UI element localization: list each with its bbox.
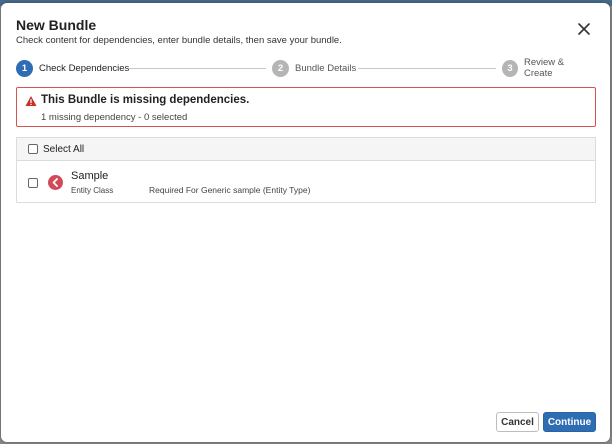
step-review-create[interactable]: 3 Review & Create <box>502 57 591 79</box>
item-checkbox[interactable] <box>28 178 38 188</box>
dependency-list: Select All Sample Entity Class Required … <box>16 137 596 203</box>
cancel-button[interactable]: Cancel <box>496 412 539 432</box>
warning-icon <box>25 96 37 106</box>
step-label: Check Dependencies <box>39 62 130 74</box>
entity-class-icon <box>48 175 63 190</box>
step-number: 3 <box>502 59 518 77</box>
close-icon <box>578 23 590 35</box>
step-label: Bundle Details <box>295 62 357 74</box>
list-header: Select All <box>17 138 595 161</box>
close-button[interactable] <box>576 21 592 37</box>
item-type: Entity Class <box>71 186 114 195</box>
step-label: Review & Create <box>523 57 565 79</box>
step-check-dependencies[interactable]: 1 Check Dependencies <box>16 58 129 78</box>
step-number: 2 <box>272 59 289 77</box>
item-name: Sample <box>71 170 109 182</box>
step-number: 1 <box>16 59 33 77</box>
alert-text: 1 missing dependency - 0 selected <box>41 112 188 123</box>
step-connector <box>128 68 266 69</box>
step-connector <box>358 68 496 69</box>
missing-dependencies-alert: This Bundle is missing dependencies. 1 m… <box>16 87 596 127</box>
item-description: Required For Generic sample (Entity Type… <box>149 185 311 195</box>
new-bundle-modal: New Bundle Check content for dependencie… <box>1 3 610 442</box>
step-bundle-details[interactable]: 2 Bundle Details <box>272 58 356 78</box>
wizard-stepper: 1 Check Dependencies 2 Bundle Details 3 … <box>16 57 591 79</box>
select-all-label[interactable]: Select All <box>43 144 84 155</box>
list-item[interactable]: Sample Entity Class Required For Generic… <box>17 161 595 203</box>
modal-subtitle: Check content for dependencies, enter bu… <box>16 35 342 46</box>
select-all-checkbox[interactable] <box>28 144 38 154</box>
modal-title: New Bundle <box>16 17 97 33</box>
continue-button[interactable]: Continue <box>543 412 596 432</box>
alert-title: This Bundle is missing dependencies. <box>41 94 250 106</box>
